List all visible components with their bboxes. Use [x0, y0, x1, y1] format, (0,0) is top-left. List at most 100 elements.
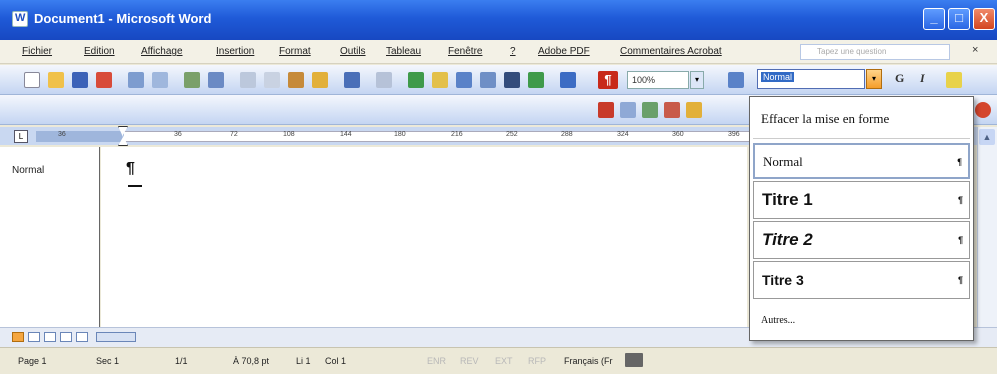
spelling-status-icon[interactable]	[625, 353, 643, 367]
ruler-label: 216	[451, 131, 463, 138]
style-select[interactable]: Normal	[757, 69, 865, 89]
status-page: Page 1	[18, 356, 47, 366]
status-language[interactable]: Français (Fr	[564, 356, 613, 366]
ruler-label: 396	[728, 131, 740, 138]
print-icon[interactable]	[128, 72, 144, 88]
tables-borders-icon[interactable]	[432, 72, 448, 88]
style-option-label: Titre 1	[762, 190, 813, 209]
paragraph-mark-icon: ¶	[957, 275, 963, 285]
vertical-scrollbar[interactable]	[977, 127, 997, 347]
format-painter-icon[interactable]	[312, 72, 328, 88]
close-document-button[interactable]: ×	[972, 44, 978, 56]
insert-excel-icon[interactable]	[480, 72, 496, 88]
style-option-titre-2[interactable]: Titre 2 ¶	[753, 221, 970, 259]
style-option-more[interactable]: Autres...	[753, 307, 970, 335]
horizontal-scrollbar[interactable]	[96, 332, 136, 342]
italic-button[interactable]: I	[920, 71, 925, 86]
help-icon[interactable]	[975, 102, 991, 118]
tab-selector-button[interactable]: L	[14, 130, 28, 143]
menu-fichier[interactable]: Fichier	[22, 46, 52, 57]
outline-view-button[interactable]	[60, 332, 72, 342]
menu-outils[interactable]: Outils	[340, 46, 366, 57]
ruler-label: 36	[174, 131, 182, 138]
columns-icon[interactable]	[504, 72, 520, 88]
ruler-label: 360	[672, 131, 684, 138]
new-document-icon[interactable]	[24, 72, 40, 88]
status-line: Li 1	[296, 356, 311, 366]
style-option-clear-formatting[interactable]: Effacer la mise en forme	[753, 99, 970, 139]
accept-change-icon[interactable]	[642, 102, 658, 118]
paragraph-mark-icon: ¶	[957, 235, 963, 245]
close-button[interactable]: X	[973, 8, 995, 30]
style-option-titre-1[interactable]: Titre 1 ¶	[753, 181, 970, 219]
hyperlink-icon[interactable]	[408, 72, 424, 88]
bold-button[interactable]: G	[895, 71, 904, 86]
status-rev[interactable]: REV	[460, 356, 479, 366]
style-option-normal[interactable]: Normal ¶	[753, 143, 970, 179]
zoom-select[interactable]: 100%	[627, 71, 689, 89]
normal-view-button[interactable]	[12, 332, 24, 342]
save-icon[interactable]	[72, 72, 88, 88]
menu-commentaires-acrobat[interactable]: Commentaires Acrobat	[620, 46, 722, 57]
text-cursor	[128, 185, 142, 187]
styles-formatting-icon[interactable]	[728, 72, 744, 88]
style-area-label: Normal	[12, 165, 45, 176]
track-changes-icon[interactable]	[598, 102, 614, 118]
ruler-label: 180	[394, 131, 406, 138]
zoom-dropdown-arrow[interactable]: ▾	[690, 71, 704, 89]
paragraph-mark-icon: ¶	[957, 157, 962, 167]
copy-icon[interactable]	[264, 72, 280, 88]
permission-icon[interactable]	[96, 72, 112, 88]
window-title: Document1 - Microsoft Word	[34, 11, 212, 26]
open-folder-icon[interactable]	[48, 72, 64, 88]
print-preview-icon[interactable]	[152, 72, 168, 88]
highlight-icon[interactable]	[946, 72, 962, 88]
menu-fenetre[interactable]: Fenêtre	[448, 46, 482, 57]
maximize-button[interactable]: □	[948, 8, 970, 30]
ruler-label: 144	[340, 131, 352, 138]
ruler-label: 108	[283, 131, 295, 138]
ask-question-input[interactable]: Tapez une question	[800, 44, 950, 60]
style-option-titre-3[interactable]: Titre 3 ¶	[753, 261, 970, 299]
word-app-icon[interactable]	[12, 11, 28, 27]
research-icon[interactable]	[208, 72, 224, 88]
print-layout-button[interactable]	[44, 332, 56, 342]
menu-help[interactable]: ?	[510, 46, 516, 57]
web-layout-button[interactable]	[28, 332, 40, 342]
ruler-left-margin	[36, 131, 124, 142]
style-dropdown-arrow[interactable]: ▾	[866, 69, 882, 89]
status-pages: 1/1	[175, 356, 188, 366]
style-option-label: Normal	[763, 154, 803, 169]
paragraph-mark: ¶	[126, 160, 135, 177]
reading-layout-button[interactable]	[76, 332, 88, 342]
style-select-value: Normal	[761, 72, 795, 82]
document-body[interactable]	[101, 147, 747, 327]
show-hide-pilcrow-button[interactable]: ¶	[598, 71, 618, 89]
status-ovr[interactable]: RFP	[528, 356, 546, 366]
ruler-label: 72	[230, 131, 238, 138]
status-section: Sec 1	[96, 356, 120, 366]
menu-affichage[interactable]: Affichage	[141, 46, 183, 57]
menu-edition[interactable]: Edition	[84, 46, 115, 57]
menu-adobe-pdf[interactable]: Adobe PDF	[538, 46, 590, 57]
scroll-up-arrow[interactable]: ▲	[979, 129, 995, 145]
reject-change-icon[interactable]	[664, 102, 680, 118]
undo-icon[interactable]	[344, 72, 360, 88]
ruler-label: 288	[561, 131, 573, 138]
redo-icon[interactable]	[376, 72, 392, 88]
menu-tableau[interactable]: Tableau	[386, 46, 421, 57]
spelling-icon[interactable]	[184, 72, 200, 88]
minimize-button[interactable]: _	[923, 8, 945, 30]
status-column: Col 1	[325, 356, 347, 366]
paste-icon[interactable]	[288, 72, 304, 88]
menu-format[interactable]: Format	[279, 46, 311, 57]
document-map-icon[interactable]	[560, 72, 576, 88]
cut-icon[interactable]	[240, 72, 256, 88]
status-ext[interactable]: EXT	[495, 356, 513, 366]
review-pane-icon[interactable]	[620, 102, 636, 118]
menu-insertion[interactable]: Insertion	[216, 46, 254, 57]
insert-comment-icon[interactable]	[686, 102, 702, 118]
insert-table-icon[interactable]	[456, 72, 472, 88]
drawing-icon[interactable]	[528, 72, 544, 88]
status-rec[interactable]: ENR	[427, 356, 446, 366]
